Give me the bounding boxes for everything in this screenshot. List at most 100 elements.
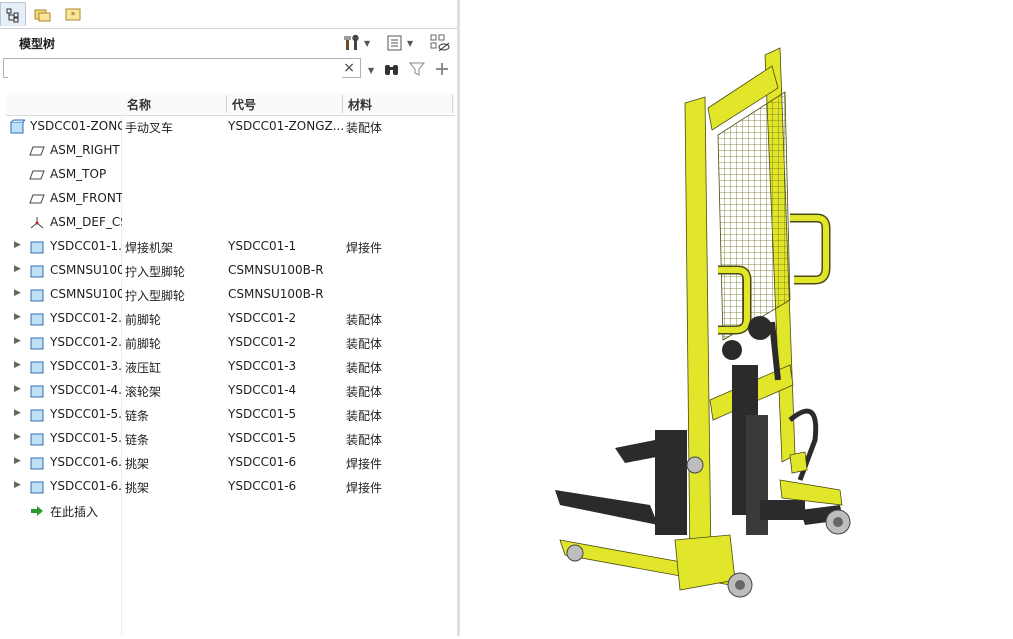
tree-row-datum[interactable]: ASM_RIGHT [0, 139, 457, 163]
tree-item-name: 手动叉车 [125, 121, 174, 135]
chevron-down-icon: ▼ [368, 65, 375, 75]
chevron-down-icon: ▼ [407, 38, 414, 48]
assembly-icon [30, 361, 44, 374]
expand-arrow-icon[interactable]: ▶ [14, 456, 21, 466]
tree-item-code: YSDCC01-6 [228, 479, 297, 493]
search-input[interactable] [8, 60, 342, 78]
tree-item-id: ASM_FRONT [50, 191, 122, 205]
find-button[interactable] [383, 59, 401, 79]
tab-model-tree[interactable] [0, 2, 26, 26]
tree-item-id: ASM_TOP [50, 167, 107, 181]
tree-item-id: YSDCC01-2.A [50, 335, 122, 349]
tree-column-header: 名称 代号 材料 [6, 93, 455, 116]
tree-item-name: 前脚轮 [125, 337, 162, 351]
assembly-icon [30, 409, 44, 422]
green-arrow-icon [31, 506, 43, 516]
hide-items-button[interactable] [430, 33, 450, 53]
plus-icon [436, 63, 448, 75]
filter-button[interactable] [409, 59, 425, 79]
tree-item-id: YSDCC01-2.A [50, 311, 122, 325]
tree-row-part[interactable]: ▶ YSDCC01-6.A 挑架 YSDCC01-6 焊接件 [0, 475, 457, 499]
tree-item-material: 装配体 [346, 385, 383, 399]
tree-item-material: 焊接件 [346, 241, 383, 255]
column-header-code[interactable]: 代号 [232, 96, 256, 113]
expand-arrow-icon[interactable]: ▶ [14, 312, 21, 322]
assembly-icon [30, 433, 44, 446]
expand-arrow-icon[interactable]: ▶ [14, 336, 21, 346]
tree-row-datum[interactable]: ASM_DEF_CS [0, 211, 457, 235]
folder-icon [34, 9, 51, 22]
tree-item-id: YSDCC01-5.A [50, 407, 122, 421]
tree-item-name: 滚轮架 [125, 385, 162, 399]
favorites-folder-icon: * [65, 8, 81, 21]
tree-row-part[interactable]: ▶ YSDCC01-5.A 链条 YSDCC01-5 装配体 [0, 403, 457, 427]
expand-arrow-icon[interactable]: ▶ [14, 288, 21, 298]
tree-root-row[interactable]: YSDCC01-ZONG 手动叉车 YSDCC01-ZONGZ... 装配体 [0, 115, 457, 139]
assembly-icon [30, 337, 44, 350]
search-dropdown-button[interactable]: ▼ [365, 60, 374, 80]
tree-row-datum[interactable]: ASM_TOP [0, 163, 457, 187]
tab-folders[interactable] [30, 2, 56, 26]
expand-arrow-icon[interactable]: ▶ [14, 360, 21, 370]
clear-search-icon[interactable]: × [343, 59, 355, 77]
expand-arrow-icon[interactable]: ▶ [14, 384, 21, 394]
tree-item-id: CSMNSU100B [50, 287, 122, 301]
insert-here-label: 在此插入 [50, 505, 99, 519]
search-field[interactable]: × [3, 58, 361, 78]
assembly-icon [30, 385, 44, 398]
tree-row-part[interactable]: ▶ YSDCC01-6.A 挑架 YSDCC01-6 焊接件 [0, 451, 457, 475]
tools-icon [344, 34, 359, 50]
expand-arrow-icon[interactable]: ▶ [14, 264, 21, 274]
tree-row-part[interactable]: ▶ CSMNSU100B 拧入型脚轮 CSMNSU100B-R [0, 283, 457, 307]
insert-here-row[interactable]: 在此插入 [0, 499, 457, 523]
svg-text:*: * [71, 11, 76, 21]
tree-row-part[interactable]: ▶ YSDCC01-4.A 滚轮架 YSDCC01-4 装配体 [0, 379, 457, 403]
assembly-icon [30, 265, 44, 278]
tree-item-id: YSDCC01-6.A [50, 455, 122, 469]
tree-row-datum[interactable]: ASM_FRONT [0, 187, 457, 211]
settings-dropdown-button[interactable]: ▼ [343, 33, 370, 53]
chevron-down-icon: ▼ [364, 38, 371, 48]
tree-row-part[interactable]: ▶ YSDCC01-1.A 焊接机架 YSDCC01-1 焊接件 [0, 235, 457, 259]
tree-item-material: 装配体 [346, 337, 383, 351]
tree-row-part[interactable]: ▶ CSMNSU100B 拧入型脚轮 CSMNSU100B-R [0, 259, 457, 283]
column-divider[interactable] [226, 95, 227, 113]
column-divider[interactable] [452, 95, 453, 113]
column-header-name[interactable]: 名称 [127, 96, 151, 113]
column-header-material[interactable]: 材料 [348, 96, 372, 113]
tree-icon [6, 8, 19, 22]
tree-item-code: YSDCC01-1 [228, 239, 297, 253]
tree-item-code: CSMNSU100B-R [228, 287, 324, 301]
tree-item-name: 液压缸 [125, 361, 162, 375]
show-dropdown-button[interactable]: ▼ [386, 33, 413, 53]
hidden-items-icon [430, 34, 450, 52]
tree-item-id: YSDCC01-5.A [50, 431, 122, 445]
tree-item-code: YSDCC01-4 [228, 383, 297, 397]
tree-item-code: CSMNSU100B-R [228, 263, 324, 277]
tree-item-id: CSMNSU100B [50, 263, 122, 277]
graphics-viewport[interactable] [460, 0, 1013, 636]
tree-item-name: 挑架 [125, 457, 150, 471]
column-divider[interactable] [342, 95, 343, 113]
tree-row-part[interactable]: ▶ YSDCC01-3.A 液压缸 YSDCC01-3 装配体 [0, 355, 457, 379]
tab-favorites[interactable]: * [60, 2, 86, 26]
model-tree-panel: * 模型树 ▼ ▼ × ▼ 名称 代号 材料 YSDCC01-ZONG 手动叉车… [0, 0, 457, 636]
tree-item-material: 装配体 [346, 433, 383, 447]
tree-item-name: 拧入型脚轮 [125, 289, 186, 303]
assembly-icon [30, 313, 44, 326]
add-column-button[interactable] [435, 59, 449, 79]
tree-item-id: ASM_RIGHT [50, 143, 120, 157]
tree-item-material: 焊接件 [346, 457, 383, 471]
expand-arrow-icon[interactable]: ▶ [14, 480, 21, 490]
panel-title: 模型树 [19, 37, 56, 51]
expand-arrow-icon[interactable]: ▶ [14, 240, 21, 250]
tree-row-part[interactable]: ▶ YSDCC01-5.A 链条 YSDCC01-5 装配体 [0, 427, 457, 451]
tree-item-code: YSDCC01-ZONGZ... [228, 119, 345, 133]
tree-item-id: ASM_DEF_CS [50, 215, 122, 229]
expand-arrow-icon[interactable]: ▶ [14, 432, 21, 442]
tree-item-material: 装配体 [346, 313, 383, 327]
tree-row-part[interactable]: ▶ YSDCC01-2.A 前脚轮 YSDCC01-2 装配体 [0, 307, 457, 331]
assembly-icon [10, 119, 25, 134]
tree-row-part[interactable]: ▶ YSDCC01-2.A 前脚轮 YSDCC01-2 装配体 [0, 331, 457, 355]
expand-arrow-icon[interactable]: ▶ [14, 408, 21, 418]
